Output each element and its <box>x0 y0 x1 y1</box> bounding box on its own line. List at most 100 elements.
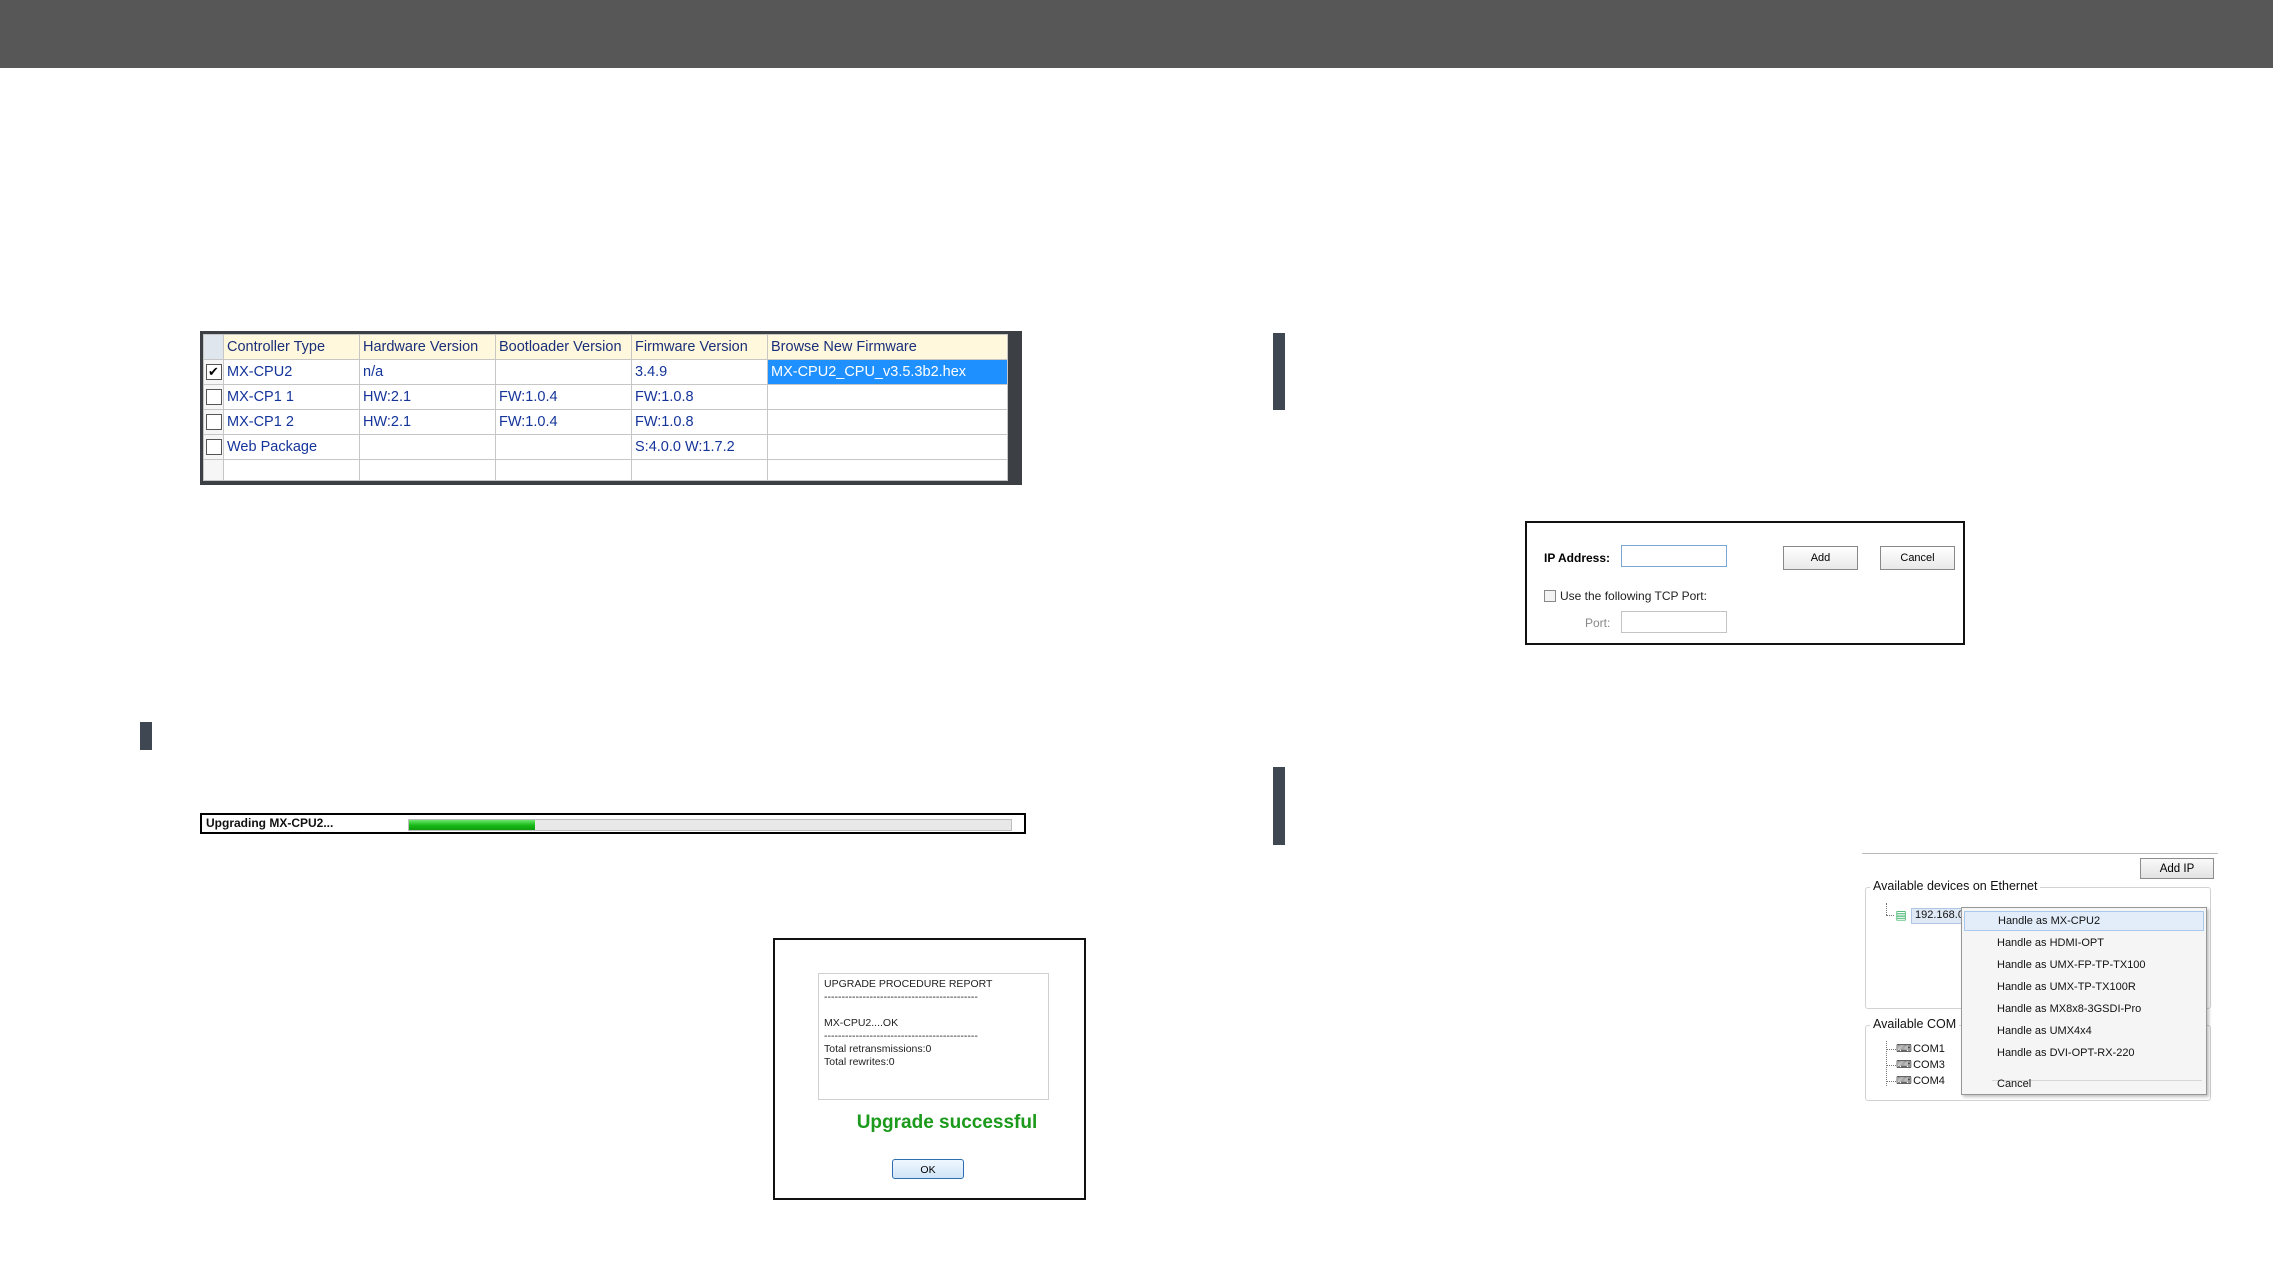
tree-connector <box>1886 903 1887 915</box>
ethernet-device-item[interactable]: 192.168.0 <box>1911 908 1968 924</box>
menu-item-handle-mx-cpu2[interactable]: Handle as MX-CPU2 <box>1964 911 2204 931</box>
table-row[interactable]: MX-CP1 2 HW:2.1 FW:1.0.4 FW:1.0.8 <box>203 409 1008 435</box>
device-discovery-panel: Add IP Available devices on Ethernet ▤ 1… <box>1862 853 2218 1103</box>
port-label: Port: <box>1585 616 1611 630</box>
controller-type-cell: MX-CPU2 <box>223 359 360 385</box>
column-header-browse-new-firmware[interactable]: Browse New Firmware <box>767 334 1008 360</box>
tree-connector <box>1886 1065 1896 1066</box>
empty-cell <box>223 459 360 481</box>
tree-connector <box>1886 1049 1896 1050</box>
menu-item-cancel[interactable]: Cancel <box>1964 1074 2204 1094</box>
row-checkbox[interactable]: ✔ <box>205 364 222 381</box>
com-port-label: COM4 <box>1913 1075 1945 1087</box>
empty-cell <box>359 459 496 481</box>
section-marker <box>140 722 152 750</box>
progress-bar <box>408 819 1012 831</box>
report-line <box>824 1004 1043 1017</box>
column-header-controller-type[interactable]: Controller Type <box>223 334 360 360</box>
com-port-label: COM3 <box>1913 1059 1945 1071</box>
table-row-empty <box>203 459 1008 481</box>
cancel-button[interactable]: Cancel <box>1880 546 1955 570</box>
row-checkbox[interactable] <box>205 389 222 406</box>
device-context-menu: Handle as MX-CPU2 Handle as HDMI-OPT Han… <box>1961 907 2207 1095</box>
controller-type-cell: Web Package <box>223 434 360 460</box>
menu-item-handle-dvi-opt-rx-220[interactable]: Handle as DVI-OPT-RX-220 <box>1964 1043 2204 1063</box>
table-row[interactable]: Web Package S:4.0.0 W:1.7.2 <box>203 434 1008 460</box>
ok-button[interactable]: OK <box>892 1159 964 1179</box>
row-checkbox-cell <box>203 409 224 435</box>
divider <box>1862 853 2218 854</box>
add-button[interactable]: Add <box>1783 546 1858 570</box>
row-checkbox[interactable] <box>205 414 222 431</box>
report-line: UPGRADE PROCEDURE REPORT <box>824 978 993 990</box>
tcp-port-checkbox[interactable] <box>1544 590 1556 602</box>
network-device-icon: ▤ <box>1895 908 1907 922</box>
com-port-item[interactable]: ⌨ COM4 <box>1896 1074 1945 1087</box>
column-header-hardware-version[interactable]: Hardware Version <box>359 334 496 360</box>
serial-port-icon: ⌨ <box>1896 1075 1912 1087</box>
hardware-version-cell: n/a <box>359 359 496 385</box>
hardware-version-cell: HW:2.1 <box>359 409 496 435</box>
row-checkbox-cell: ✔ <box>203 359 224 385</box>
report-line: Total rewrites:0 <box>824 1056 895 1068</box>
column-header-firmware-version[interactable]: Firmware Version <box>631 334 768 360</box>
row-checkbox-cell <box>203 434 224 460</box>
upgrade-report-dialog: UPGRADE PROCEDURE REPORT ---------------… <box>773 938 1086 1200</box>
section-marker <box>1273 333 1285 410</box>
firmware-version-cell: FW:1.0.8 <box>631 384 768 410</box>
row-checkbox-cell <box>203 459 224 481</box>
row-checkbox-cell <box>203 384 224 410</box>
menu-item-handle-umx4x4[interactable]: Handle as UMX4x4 <box>1964 1021 2204 1041</box>
port-input[interactable] <box>1621 611 1727 633</box>
table-row[interactable]: ✔ MX-CPU2 n/a 3.4.9 MX-CPU2_CPU_v3.5.3b2… <box>203 359 1008 385</box>
com-port-item[interactable]: ⌨ COM3 <box>1896 1058 1945 1071</box>
table-header-row: Controller Type Hardware Version Bootloa… <box>203 334 1008 360</box>
add-ip-button[interactable]: Add IP <box>2140 858 2214 879</box>
header-corner <box>203 334 224 360</box>
bootloader-version-cell: FW:1.0.4 <box>495 384 632 410</box>
firmware-version-cell: S:4.0.0 W:1.7.2 <box>631 434 768 460</box>
add-ip-dialog: IP Address: Add Cancel Use the following… <box>1525 521 1965 645</box>
report-text-box[interactable]: UPGRADE PROCEDURE REPORT ---------------… <box>818 973 1049 1100</box>
ethernet-group-title: Available devices on Ethernet <box>1870 879 2041 893</box>
browse-firmware-cell[interactable] <box>767 409 1008 435</box>
controller-type-cell: MX-CP1 1 <box>223 384 360 410</box>
empty-cell <box>631 459 768 481</box>
hardware-version-cell: HW:2.1 <box>359 384 496 410</box>
empty-cell <box>767 459 1008 481</box>
serial-port-icon: ⌨ <box>1896 1043 1912 1055</box>
ip-address-input[interactable] <box>1621 545 1727 567</box>
com-port-label: COM1 <box>1913 1043 1945 1055</box>
report-line: MX-CPU2....OK <box>824 1017 899 1029</box>
tree-connector <box>1886 915 1894 916</box>
row-checkbox[interactable] <box>205 439 222 456</box>
upgrade-progress-panel: Upgrading MX-CPU2... <box>200 813 1026 834</box>
menu-item-handle-umx-fp-tp-tx100[interactable]: Handle as UMX-FP-TP-TX100 <box>1964 955 2204 975</box>
report-line: Total retransmissions:0 <box>824 1043 932 1055</box>
progress-label: Upgrading MX-CPU2... <box>206 816 334 830</box>
com-group-title: Available COM <box>1870 1017 1960 1031</box>
table-row[interactable]: MX-CP1 1 HW:2.1 FW:1.0.4 FW:1.0.8 <box>203 384 1008 410</box>
serial-port-icon: ⌨ <box>1896 1059 1912 1071</box>
empty-cell <box>495 459 632 481</box>
report-line: ----------------------------------------… <box>824 1030 978 1042</box>
browse-firmware-cell[interactable]: MX-CPU2_CPU_v3.5.3b2.hex <box>767 359 1008 385</box>
com-port-item[interactable]: ⌨ COM1 <box>1896 1042 1945 1055</box>
menu-item-handle-mx8x8-3gsdi-pro[interactable]: Handle as MX8x8-3GSDI-Pro <box>1964 999 2204 1019</box>
firmware-version-cell: FW:1.0.8 <box>631 409 768 435</box>
menu-item-handle-umx-tp-tx100r[interactable]: Handle as UMX-TP-TX100R <box>1964 977 2204 997</box>
browse-firmware-cell[interactable] <box>767 384 1008 410</box>
section-marker <box>1273 767 1285 845</box>
controller-type-cell: MX-CP1 2 <box>223 409 360 435</box>
browse-firmware-cell[interactable] <box>767 434 1008 460</box>
bootloader-version-cell <box>495 434 632 460</box>
menu-item-handle-hdmi-opt[interactable]: Handle as HDMI-OPT <box>1964 933 2204 953</box>
ip-address-label: IP Address: <box>1544 551 1611 565</box>
tree-connector <box>1886 1041 1887 1086</box>
hardware-version-cell <box>359 434 496 460</box>
upgrade-status: Upgrade successful <box>856 1112 1038 1133</box>
bootloader-version-cell <box>495 359 632 385</box>
progress-bar-fill <box>409 820 536 830</box>
tree-connector <box>1886 1081 1896 1082</box>
column-header-bootloader-version[interactable]: Bootloader Version <box>495 334 632 360</box>
